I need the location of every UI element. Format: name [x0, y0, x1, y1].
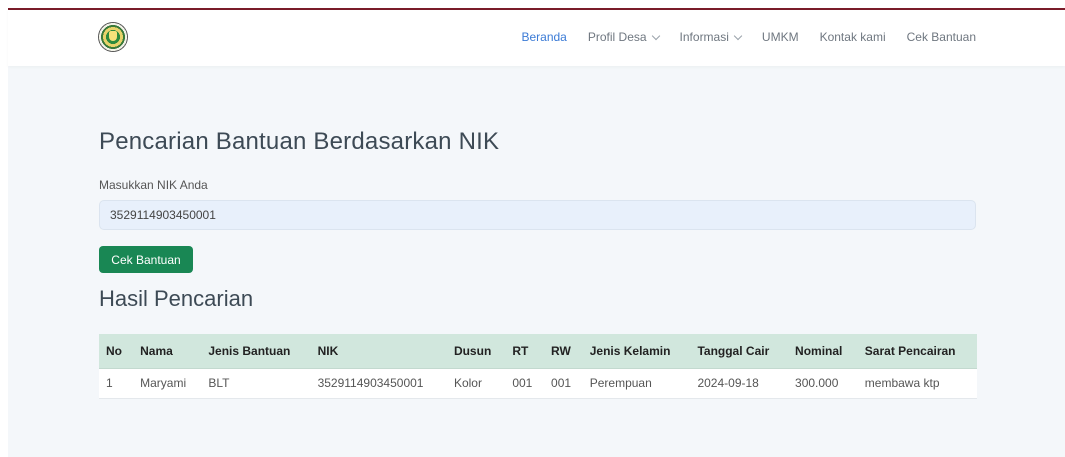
- table-cell: BLT: [201, 368, 311, 399]
- nav-label: Profil Desa: [587, 30, 647, 44]
- nav-label: Beranda: [521, 30, 567, 44]
- navbar: Beranda Profil Desa Informasi UMKM Konta…: [8, 10, 1065, 66]
- column-header: Sarat Pencairan: [857, 334, 977, 369]
- column-header: Tanggal Cair: [690, 334, 789, 369]
- column-header: NIK: [310, 334, 447, 369]
- chevron-down-icon: [651, 31, 660, 40]
- table-row: 1 Maryami BLT 3529114903450001 Kolor 001…: [99, 368, 977, 399]
- nik-input[interactable]: [99, 200, 976, 230]
- page-title: Pencarian Bantuan Berdasarkan NIK: [99, 128, 500, 155]
- table-cell: 300.000: [788, 368, 858, 399]
- table-cell: 3529114903450001: [310, 368, 447, 399]
- table-cell: 001: [544, 368, 583, 399]
- nav-label: Informasi: [679, 30, 729, 44]
- logo-emblem: [109, 31, 117, 41]
- nav-label: Cek Bantuan: [906, 30, 976, 44]
- table-header-row: No Nama Jenis Bantuan NIK Dusun RT RW Je…: [99, 334, 977, 369]
- nav-label: Kontak kami: [819, 30, 886, 44]
- column-header: Jenis Bantuan: [201, 334, 311, 369]
- nav-item-beranda[interactable]: Beranda: [521, 30, 566, 44]
- nav-item-profil-desa[interactable]: Profil Desa: [587, 30, 660, 44]
- column-header: RW: [544, 334, 583, 369]
- nav-item-informasi[interactable]: Informasi: [679, 30, 743, 44]
- table-cell: 1: [99, 368, 134, 399]
- column-header: Nama: [133, 334, 202, 369]
- page: Beranda Profil Desa Informasi UMKM Konta…: [8, 10, 1065, 457]
- results-title: Hasil Pencarian: [99, 286, 254, 311]
- results-table: No Nama Jenis Bantuan NIK Dusun RT RW Je…: [99, 334, 977, 399]
- cek-bantuan-button[interactable]: Cek Bantuan: [99, 246, 193, 273]
- chevron-down-icon: [733, 31, 743, 40]
- table-cell: Perempuan: [582, 368, 691, 399]
- column-header: Dusun: [446, 334, 506, 369]
- nav-item-cek-bantuan[interactable]: Cek Bantuan: [907, 30, 976, 44]
- table-cell: 2024-09-18: [690, 368, 789, 399]
- nav-links: Beranda Profil Desa Informasi UMKM Konta…: [500, 30, 976, 44]
- village-logo-icon[interactable]: [98, 22, 128, 52]
- table-cell: membawa ktp: [857, 368, 977, 399]
- table-cell: Kolor: [446, 368, 506, 399]
- column-header: Nominal: [788, 334, 858, 369]
- column-header: RT: [505, 334, 545, 369]
- column-header: Jenis Kelamin: [582, 334, 691, 369]
- nav-item-kontak-kami[interactable]: Kontak kami: [820, 30, 886, 44]
- nik-label: Masukkan NIK Anda: [99, 178, 208, 192]
- table-cell: 001: [505, 368, 545, 399]
- nav-label: UMKM: [761, 30, 799, 44]
- nav-item-umkm[interactable]: UMKM: [762, 30, 799, 44]
- column-header: No: [99, 334, 134, 369]
- table-cell: Maryami: [133, 368, 202, 399]
